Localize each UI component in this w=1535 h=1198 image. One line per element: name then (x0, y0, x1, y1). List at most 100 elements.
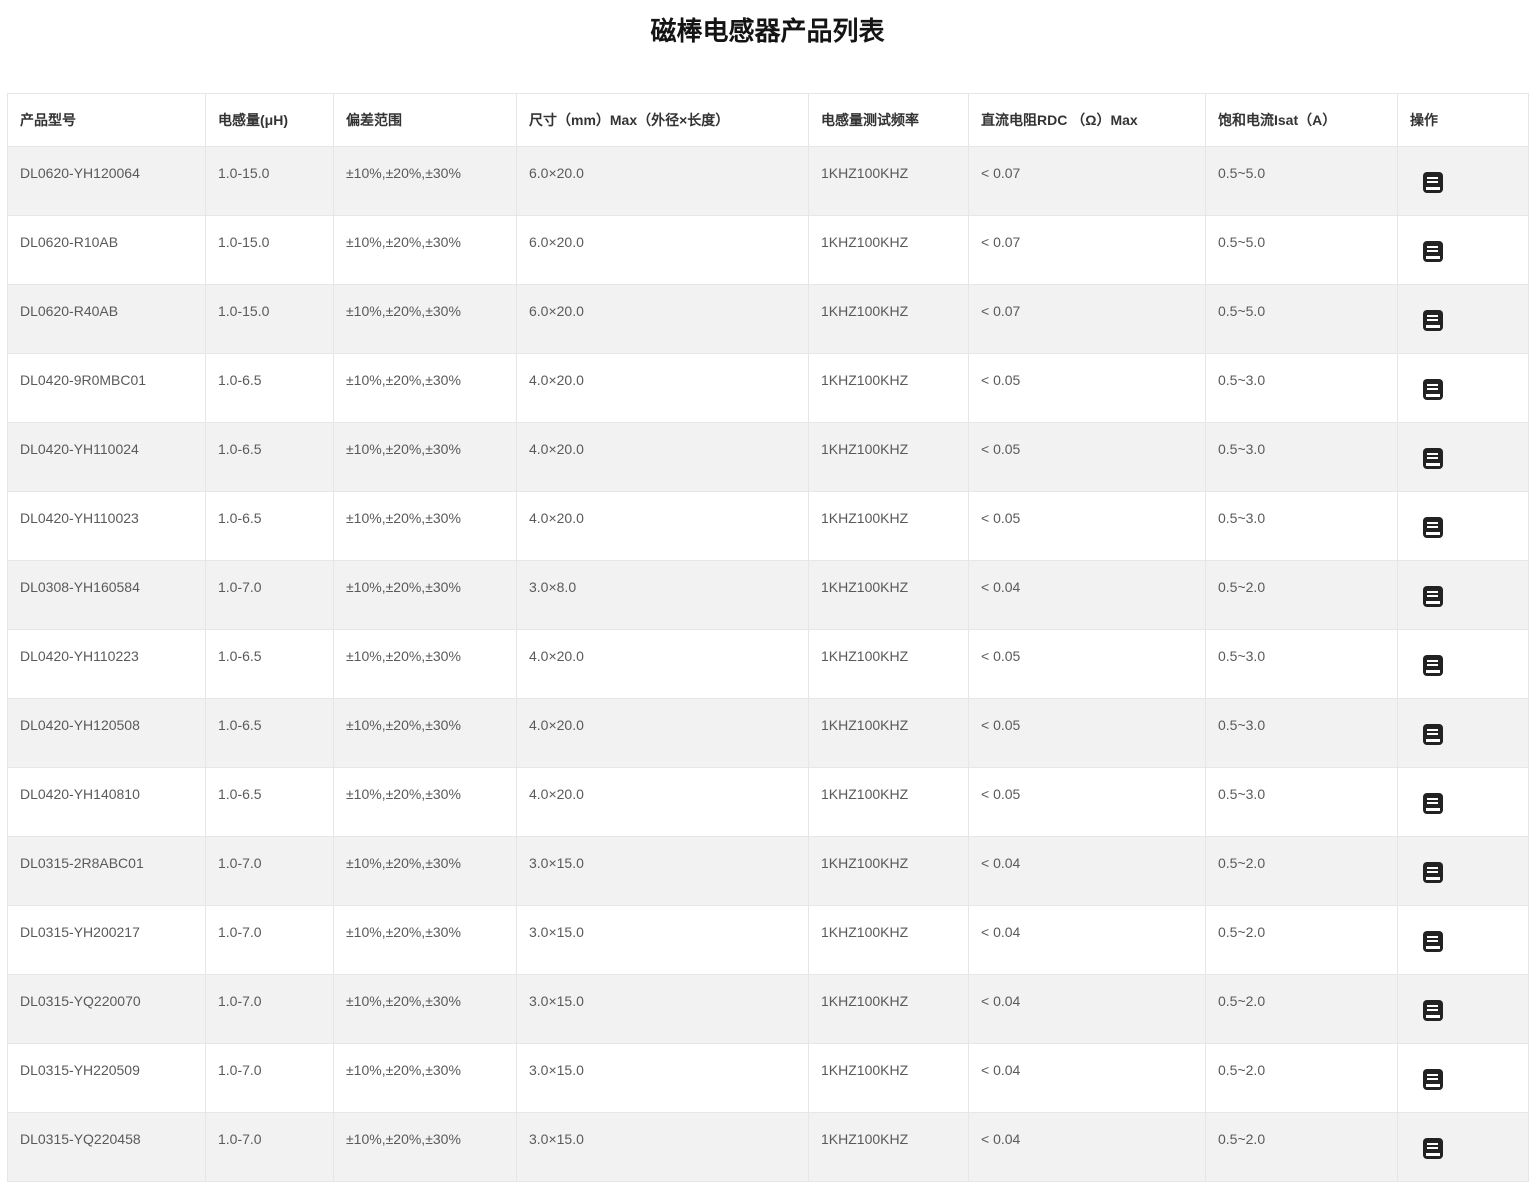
table-row: DL0315-2R8ABC011.0-7.0±10%,±20%,±30%3.0×… (8, 837, 1529, 906)
cell-isat: 0.5~2.0 (1206, 561, 1398, 630)
column-header-tolerance: 偏差范围 (334, 94, 517, 147)
cell-tolerance: ±10%,±20%,±30% (334, 906, 517, 975)
cell-tolerance: ±10%,±20%,±30% (334, 423, 517, 492)
cell-model: DL0620-R10AB (8, 216, 206, 285)
cell-freq: 1KHZ100KHZ (809, 492, 969, 561)
column-header-freq: 电感量测试频率 (809, 94, 969, 147)
cell-action (1398, 1113, 1529, 1182)
cell-size: 4.0×20.0 (517, 354, 809, 423)
page-title: 磁棒电感器产品列表 (0, 14, 1535, 48)
cell-rdc: < 0.05 (969, 423, 1206, 492)
book-icon[interactable] (1423, 172, 1443, 193)
column-header-isat: 饱和电流Isat（A） (1206, 94, 1398, 147)
cell-tolerance: ±10%,±20%,±30% (334, 561, 517, 630)
table-row: DL0315-YQ2204581.0-7.0±10%,±20%,±30%3.0×… (8, 1113, 1529, 1182)
cell-inductance: 1.0-15.0 (206, 147, 334, 216)
table-row: DL0620-YH1200641.0-15.0±10%,±20%,±30%6.0… (8, 147, 1529, 216)
table-header: 产品型号电感量(μH)偏差范围尺寸（mm）Max（外径×长度）电感量测试频率直流… (8, 94, 1529, 147)
cell-freq: 1KHZ100KHZ (809, 147, 969, 216)
cell-inductance: 1.0-6.5 (206, 354, 334, 423)
cell-model: DL0420-YH120508 (8, 699, 206, 768)
cell-rdc: < 0.04 (969, 837, 1206, 906)
cell-isat: 0.5~2.0 (1206, 975, 1398, 1044)
cell-tolerance: ±10%,±20%,±30% (334, 768, 517, 837)
table-body: DL0620-YH1200641.0-15.0±10%,±20%,±30%6.0… (8, 147, 1529, 1182)
cell-tolerance: ±10%,±20%,±30% (334, 1044, 517, 1113)
cell-size: 4.0×20.0 (517, 492, 809, 561)
cell-size: 4.0×20.0 (517, 699, 809, 768)
cell-isat: 0.5~2.0 (1206, 1113, 1398, 1182)
cell-action (1398, 216, 1529, 285)
cell-isat: 0.5~2.0 (1206, 906, 1398, 975)
cell-rdc: < 0.07 (969, 216, 1206, 285)
cell-size: 3.0×15.0 (517, 1113, 809, 1182)
cell-action (1398, 630, 1529, 699)
table-row: DL0308-YH1605841.0-7.0±10%,±20%,±30%3.0×… (8, 561, 1529, 630)
cell-tolerance: ±10%,±20%,±30% (334, 837, 517, 906)
table-row: DL0315-YH2002171.0-7.0±10%,±20%,±30%3.0×… (8, 906, 1529, 975)
cell-inductance: 1.0-7.0 (206, 837, 334, 906)
cell-rdc: < 0.04 (969, 1044, 1206, 1113)
book-icon[interactable] (1423, 517, 1443, 538)
cell-freq: 1KHZ100KHZ (809, 975, 969, 1044)
cell-action (1398, 768, 1529, 837)
cell-inductance: 1.0-7.0 (206, 975, 334, 1044)
book-icon[interactable] (1423, 310, 1443, 331)
book-icon[interactable] (1423, 931, 1443, 952)
book-icon[interactable] (1423, 1000, 1443, 1021)
cell-size: 3.0×15.0 (517, 837, 809, 906)
cell-model: DL0620-R40AB (8, 285, 206, 354)
cell-isat: 0.5~3.0 (1206, 768, 1398, 837)
table-row: DL0315-YH2205091.0-7.0±10%,±20%,±30%3.0×… (8, 1044, 1529, 1113)
book-icon[interactable] (1423, 1069, 1443, 1090)
cell-freq: 1KHZ100KHZ (809, 216, 969, 285)
cell-tolerance: ±10%,±20%,±30% (334, 354, 517, 423)
cell-isat: 0.5~2.0 (1206, 1044, 1398, 1113)
book-icon[interactable] (1423, 586, 1443, 607)
cell-freq: 1KHZ100KHZ (809, 423, 969, 492)
cell-isat: 0.5~3.0 (1206, 492, 1398, 561)
cell-freq: 1KHZ100KHZ (809, 1044, 969, 1113)
column-header-inductance: 电感量(μH) (206, 94, 334, 147)
cell-tolerance: ±10%,±20%,±30% (334, 975, 517, 1044)
cell-inductance: 1.0-6.5 (206, 699, 334, 768)
cell-action (1398, 837, 1529, 906)
book-icon[interactable] (1423, 379, 1443, 400)
book-icon[interactable] (1423, 724, 1443, 745)
cell-inductance: 1.0-7.0 (206, 561, 334, 630)
cell-rdc: < 0.05 (969, 354, 1206, 423)
cell-rdc: < 0.05 (969, 768, 1206, 837)
book-icon[interactable] (1423, 241, 1443, 262)
cell-freq: 1KHZ100KHZ (809, 1113, 969, 1182)
product-table: 产品型号电感量(μH)偏差范围尺寸（mm）Max（外径×长度）电感量测试频率直流… (7, 93, 1529, 1182)
header-row: 产品型号电感量(μH)偏差范围尺寸（mm）Max（外径×长度）电感量测试频率直流… (8, 94, 1529, 147)
cell-action (1398, 423, 1529, 492)
cell-isat: 0.5~3.0 (1206, 699, 1398, 768)
cell-model: DL0315-YH220509 (8, 1044, 206, 1113)
book-icon[interactable] (1423, 793, 1443, 814)
cell-inductance: 1.0-15.0 (206, 216, 334, 285)
book-icon[interactable] (1423, 1138, 1443, 1159)
cell-isat: 0.5~5.0 (1206, 147, 1398, 216)
cell-model: DL0308-YH160584 (8, 561, 206, 630)
cell-freq: 1KHZ100KHZ (809, 285, 969, 354)
column-header-rdc: 直流电阻RDC （Ω）Max (969, 94, 1206, 147)
cell-inductance: 1.0-6.5 (206, 768, 334, 837)
cell-rdc: < 0.04 (969, 561, 1206, 630)
table-row: DL0420-YH1100231.0-6.5±10%,±20%,±30%4.0×… (8, 492, 1529, 561)
cell-rdc: < 0.05 (969, 630, 1206, 699)
cell-tolerance: ±10%,±20%,±30% (334, 147, 517, 216)
book-icon[interactable] (1423, 655, 1443, 676)
cell-isat: 0.5~5.0 (1206, 285, 1398, 354)
cell-isat: 0.5~5.0 (1206, 216, 1398, 285)
cell-model: DL0315-YQ220070 (8, 975, 206, 1044)
cell-model: DL0315-YQ220458 (8, 1113, 206, 1182)
cell-rdc: < 0.04 (969, 975, 1206, 1044)
book-icon[interactable] (1423, 862, 1443, 883)
cell-inductance: 1.0-6.5 (206, 423, 334, 492)
cell-size: 6.0×20.0 (517, 216, 809, 285)
cell-tolerance: ±10%,±20%,±30% (334, 285, 517, 354)
cell-model: DL0420-YH140810 (8, 768, 206, 837)
cell-action (1398, 561, 1529, 630)
book-icon[interactable] (1423, 448, 1443, 469)
